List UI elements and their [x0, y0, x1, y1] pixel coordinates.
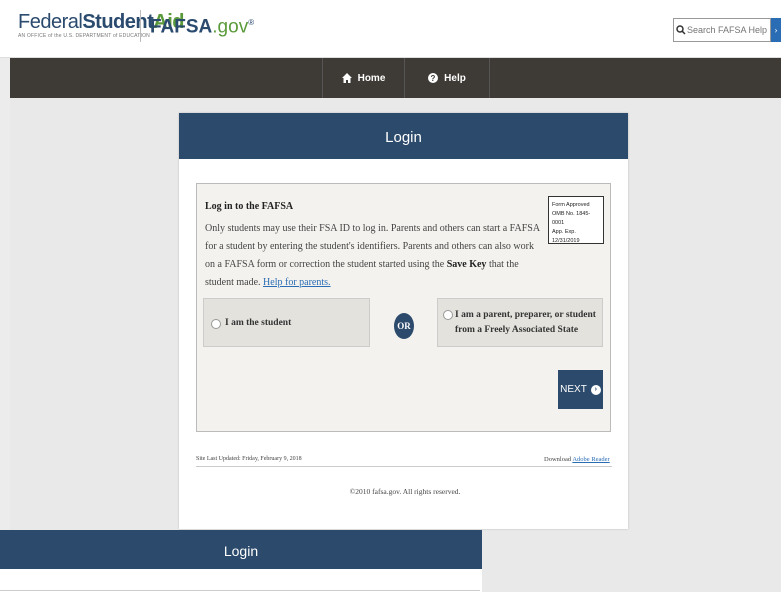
- logo-divider: [140, 10, 141, 42]
- fafsa-gov-logo[interactable]: FAFSA.gov®: [150, 13, 254, 37]
- logo-text-federal: Federal: [18, 11, 83, 33]
- nav-home-label: Home: [357, 72, 386, 84]
- home-icon: [341, 73, 352, 83]
- login-header-zoomed: Login: [0, 530, 482, 569]
- registered-mark: ®: [248, 18, 255, 27]
- omb-approval-box: Form Approved OMB No. 1845-0001 App. Exp…: [548, 196, 604, 244]
- login-title: Log in to the FAFSA: [205, 201, 294, 212]
- login-body-zoomed: [0, 569, 482, 592]
- download-adobe: Download Adobe Reader: [544, 456, 610, 463]
- student-option[interactable]: I am the student: [203, 298, 370, 347]
- nav-home[interactable]: Home: [322, 58, 404, 98]
- fafsa-text: FAFSA: [150, 16, 213, 38]
- next-button-label: NEXT: [560, 384, 587, 395]
- help-for-parents-link[interactable]: Help for parents.: [263, 277, 330, 288]
- login-instructions: Only students may use their FSA ID to lo…: [205, 220, 545, 292]
- site-last-updated: Site Last Updated: Friday, February 9, 2…: [196, 456, 302, 462]
- zoomed-divider: [0, 590, 480, 591]
- student-option-label: I am the student: [225, 318, 292, 328]
- search-submit-button[interactable]: ›: [771, 18, 781, 42]
- search-icon: [676, 25, 686, 35]
- download-prefix: Download: [544, 456, 573, 463]
- save-key-text: Save Key: [446, 259, 487, 270]
- arrow-right-icon: ›: [590, 384, 601, 395]
- nav-help[interactable]: ? Help: [404, 58, 490, 98]
- logo-subtitle: AN OFFICE of the U.S. DEPARTMENT of EDUC…: [18, 33, 150, 39]
- next-button[interactable]: NEXT ›: [558, 370, 603, 409]
- parent-radio[interactable]: [443, 310, 453, 320]
- login-header: Login: [179, 113, 628, 159]
- svg-text:?: ?: [431, 74, 436, 83]
- search-input[interactable]: [687, 19, 769, 41]
- or-divider-badge: OR: [394, 313, 414, 339]
- parent-option[interactable]: I am a parent, preparer, or student from…: [437, 298, 603, 347]
- omb-line-1: Form Approved: [552, 202, 590, 208]
- logo-text-student: Student: [82, 11, 154, 33]
- omb-line-2: OMB No. 1845-0001: [552, 211, 591, 226]
- copyright: ©2010 fafsa.gov. All rights reserved.: [349, 487, 461, 496]
- parent-option-label: I am a parent, preparer, or student from…: [455, 310, 596, 335]
- gov-text: .gov: [212, 16, 249, 38]
- footer-divider: [196, 466, 612, 467]
- nav-help-label: Help: [444, 72, 466, 84]
- student-radio[interactable]: [211, 319, 221, 329]
- omb-line-3: App. Exp. 12/31/2019: [552, 229, 580, 244]
- adobe-reader-link[interactable]: Adobe Reader: [572, 456, 609, 463]
- help-icon: ?: [428, 73, 439, 83]
